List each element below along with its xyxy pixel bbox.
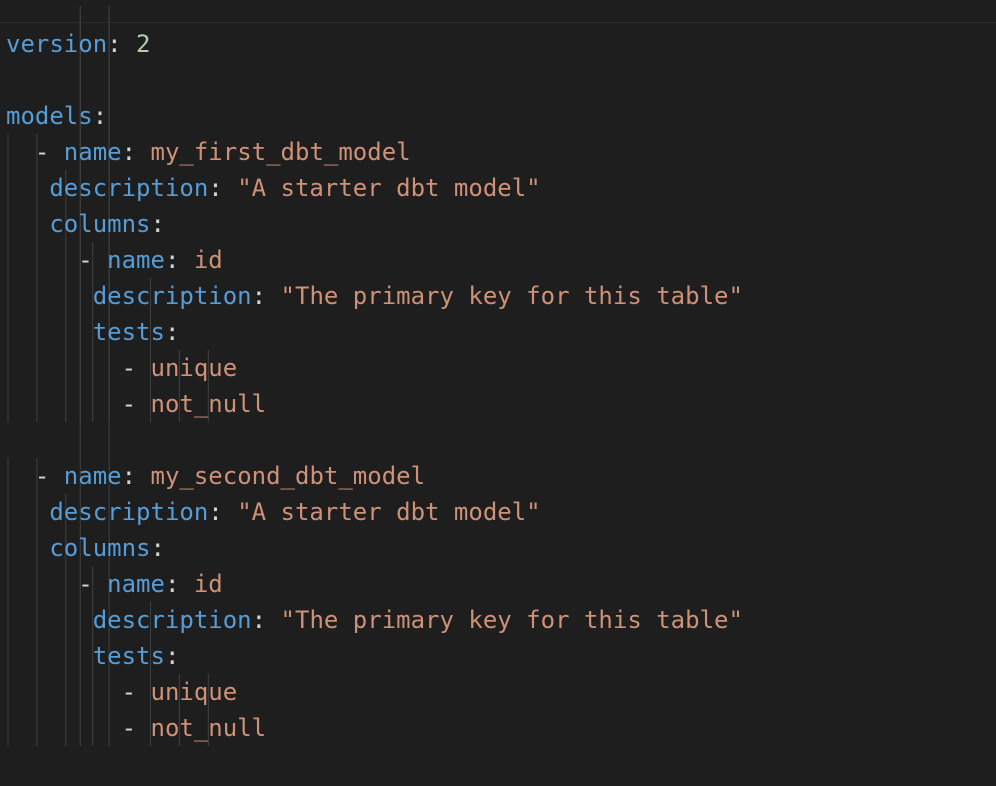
yaml-value: id [193, 246, 223, 274]
code-line[interactable]: columns: [0, 530, 996, 566]
code-line-blank[interactable] [0, 422, 996, 458]
yaml-key: name [63, 462, 122, 490]
list-dash: - [34, 138, 64, 166]
colon: : [150, 534, 180, 562]
yaml-value: "The primary key for this table" [280, 606, 743, 634]
yaml-key: description [92, 282, 252, 310]
code-content[interactable]: version: 2 models: - name: my_first_dbt_m… [0, 26, 996, 746]
colon: : [92, 102, 122, 130]
yaml-key: description [49, 174, 209, 202]
yaml-key: version [6, 30, 108, 58]
yaml-key: columns [49, 534, 151, 562]
yaml-value: "A starter dbt model" [237, 498, 541, 526]
yaml-value: not_null [150, 390, 267, 418]
yaml-value: "The primary key for this table" [280, 282, 743, 310]
colon: : [164, 318, 194, 346]
code-line[interactable]: models: [0, 98, 996, 134]
code-line[interactable]: - not_null [0, 710, 996, 746]
colon: : [251, 606, 281, 634]
yaml-key: description [92, 606, 252, 634]
list-dash: - [121, 354, 151, 382]
code-line[interactable]: description: "The primary key for this t… [0, 278, 996, 314]
yaml-value: unique [150, 678, 238, 706]
list-dash: - [121, 714, 151, 742]
yaml-key: models [6, 102, 93, 130]
colon: : [164, 570, 194, 598]
list-dash: - [121, 390, 151, 418]
yaml-key: name [63, 138, 122, 166]
yaml-value: "A starter dbt model" [237, 174, 541, 202]
yaml-key: name [107, 246, 165, 274]
yaml-value: not_null [150, 714, 267, 742]
yaml-value: 2 [136, 30, 151, 58]
yaml-key: name [107, 570, 165, 598]
list-dash: - [78, 246, 108, 274]
code-line[interactable]: - unique [0, 350, 996, 386]
code-line-blank[interactable] [0, 62, 996, 98]
code-line[interactable]: description: "A starter dbt model" [0, 170, 996, 206]
colon: : [121, 138, 151, 166]
code-line[interactable]: tests: [0, 314, 996, 350]
code-line[interactable]: columns: [0, 206, 996, 242]
code-editor[interactable]: version: 2 models: - name: my_first_dbt_m… [0, 0, 996, 786]
code-line[interactable]: description: "A starter dbt model" [0, 494, 996, 530]
yaml-key: columns [49, 210, 151, 238]
yaml-key: tests [92, 318, 165, 346]
colon: : [164, 642, 194, 670]
code-line[interactable]: - name: my_first_dbt_model [0, 134, 996, 170]
colon: : [121, 462, 151, 490]
yaml-value: id [193, 570, 223, 598]
code-line[interactable]: description: "The primary key for this t… [0, 602, 996, 638]
code-line[interactable]: - name: id [0, 242, 996, 278]
editor-top-bar [0, 0, 996, 23]
code-line[interactable]: - not_null [0, 386, 996, 422]
code-line[interactable]: - name: my_second_dbt_model [0, 458, 996, 494]
code-line[interactable]: - unique [0, 674, 996, 710]
colon: : [150, 210, 180, 238]
yaml-key: description [49, 498, 209, 526]
list-dash: - [34, 462, 64, 490]
colon: : [208, 174, 238, 202]
yaml-value: unique [150, 354, 238, 382]
code-line[interactable]: tests: [0, 638, 996, 674]
list-dash: - [78, 570, 108, 598]
yaml-key: tests [92, 642, 165, 670]
colon: : [208, 498, 238, 526]
colon: : [164, 246, 194, 274]
yaml-value: my_second_dbt_model [150, 462, 426, 490]
colon: : [251, 282, 281, 310]
list-dash: - [121, 678, 151, 706]
yaml-value: my_first_dbt_model [150, 138, 411, 166]
colon: : [107, 30, 137, 58]
code-line[interactable]: version: 2 [0, 26, 996, 62]
code-line[interactable]: - name: id [0, 566, 996, 602]
